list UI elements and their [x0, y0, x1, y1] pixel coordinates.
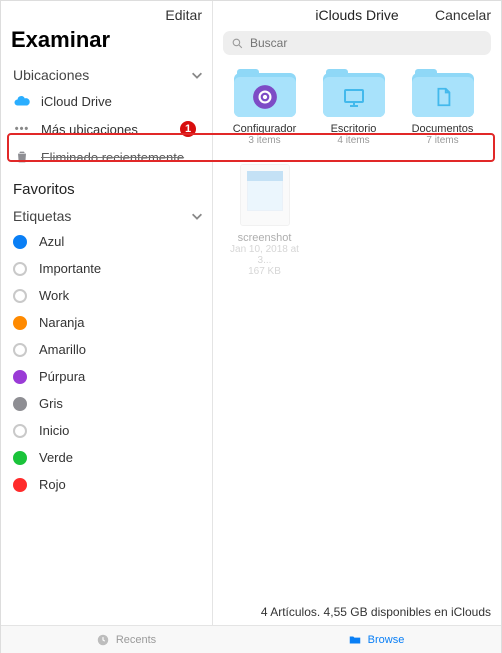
status-text: 4 Artículos. 4,55 GB disponibles en iClo… [213, 597, 501, 625]
tag-item[interactable]: Gris [1, 390, 212, 417]
tag-label: Púrpura [39, 369, 85, 384]
tab-bar: Recents Browse [1, 625, 501, 653]
tab-browse[interactable]: Browse [251, 626, 501, 653]
tags-label: Etiquetas [13, 208, 71, 224]
locations-label: Ubicaciones [13, 67, 89, 83]
folder-icon [412, 69, 474, 117]
tag-dot-icon [13, 397, 27, 411]
notification-badge: 1 [180, 121, 196, 137]
search-icon [231, 37, 244, 50]
item-meta: 7 items [405, 135, 480, 146]
tag-dot-icon [13, 370, 27, 384]
tag-item[interactable]: Importante [1, 255, 212, 282]
edit-button[interactable]: Editar [165, 7, 202, 23]
tag-dot-icon [13, 316, 27, 330]
tag-label: Inicio [39, 423, 69, 438]
tag-item[interactable]: Work [1, 282, 212, 309]
tag-dot-icon [13, 478, 27, 492]
tag-dot-icon [13, 343, 27, 357]
tab-label: Recents [116, 634, 156, 646]
tag-label: Azul [39, 234, 64, 249]
folder-item[interactable]: Documentos7 items [405, 69, 480, 146]
trash-icon [13, 148, 31, 166]
tag-item[interactable]: Púrpura [1, 363, 212, 390]
tag-dot-icon [13, 451, 27, 465]
tag-label: Gris [39, 396, 63, 411]
item-name: screenshot [227, 232, 302, 244]
tags-header[interactable]: Etiquetas [1, 204, 212, 228]
sidebar-item-icloud-drive[interactable]: iCloud Drive [1, 87, 212, 115]
item-size: 167 KB [227, 266, 302, 277]
folder-icon [234, 69, 296, 117]
item-name: Documentos [405, 123, 480, 135]
folder-icon [348, 633, 362, 647]
tag-label: Work [39, 288, 69, 303]
chevron-down-icon [190, 209, 204, 223]
file-item[interactable]: screenshotJan 10, 2018 at 3...167 KB [227, 160, 302, 277]
tag-label: Amarillo [39, 342, 86, 357]
locations-header[interactable]: Ubicaciones [1, 63, 212, 87]
item-date: Jan 10, 2018 at 3... [227, 244, 302, 266]
tag-dot-icon [13, 424, 27, 438]
chevron-down-icon [190, 68, 204, 82]
tag-item[interactable]: Inicio [1, 417, 212, 444]
item-name: Configurador [227, 123, 302, 135]
tag-item[interactable]: Azul [1, 228, 212, 255]
clock-icon [96, 633, 110, 647]
sidebar-item-recently-deleted[interactable]: Eliminado recientemente [1, 143, 212, 171]
folder-item[interactable]: Escritorio4 items [316, 69, 391, 146]
tag-dot-icon [13, 289, 27, 303]
tag-item[interactable]: Amarillo [1, 336, 212, 363]
browse-title: Examinar [1, 27, 212, 63]
tag-item[interactable]: Rojo [1, 471, 212, 498]
folder-icon [323, 69, 385, 117]
folder-item[interactable]: Configurador3 items [227, 69, 302, 146]
tab-recents[interactable]: Recents [1, 626, 251, 653]
tag-label: Verde [39, 450, 73, 465]
sidebar-item-more-locations[interactable]: ••• Más ubicaciones 1 [1, 115, 212, 143]
sidebar-item-label: Eliminado recientemente [41, 150, 184, 165]
search-bar[interactable] [223, 31, 491, 55]
tag-dot-icon [13, 235, 27, 249]
tag-item[interactable]: Naranja [1, 309, 212, 336]
item-name: Escritorio [316, 123, 391, 135]
favorites-header[interactable]: Favoritos [1, 171, 212, 204]
tag-label: Naranja [39, 315, 85, 330]
item-meta: 4 items [316, 135, 391, 146]
tab-label: Browse [368, 634, 405, 646]
tag-item[interactable]: Verde [1, 444, 212, 471]
cancel-button[interactable]: Cancelar [435, 7, 491, 23]
tag-label: Importante [39, 261, 101, 276]
content-pane: iClouds Drive Cancelar Configurador3 ite… [213, 1, 501, 625]
file-thumbnail [240, 164, 290, 226]
tag-dot-icon [13, 262, 27, 276]
sidebar-item-label: iCloud Drive [41, 94, 112, 109]
sidebar: Editar Examinar Ubicaciones iCloud Drive… [1, 1, 213, 625]
item-meta: 3 items [227, 135, 302, 146]
search-input[interactable] [250, 36, 483, 50]
tag-label: Rojo [39, 477, 66, 492]
more-icon: ••• [13, 120, 31, 138]
sidebar-item-label: Más ubicaciones [41, 122, 138, 137]
cloud-icon [13, 92, 31, 110]
